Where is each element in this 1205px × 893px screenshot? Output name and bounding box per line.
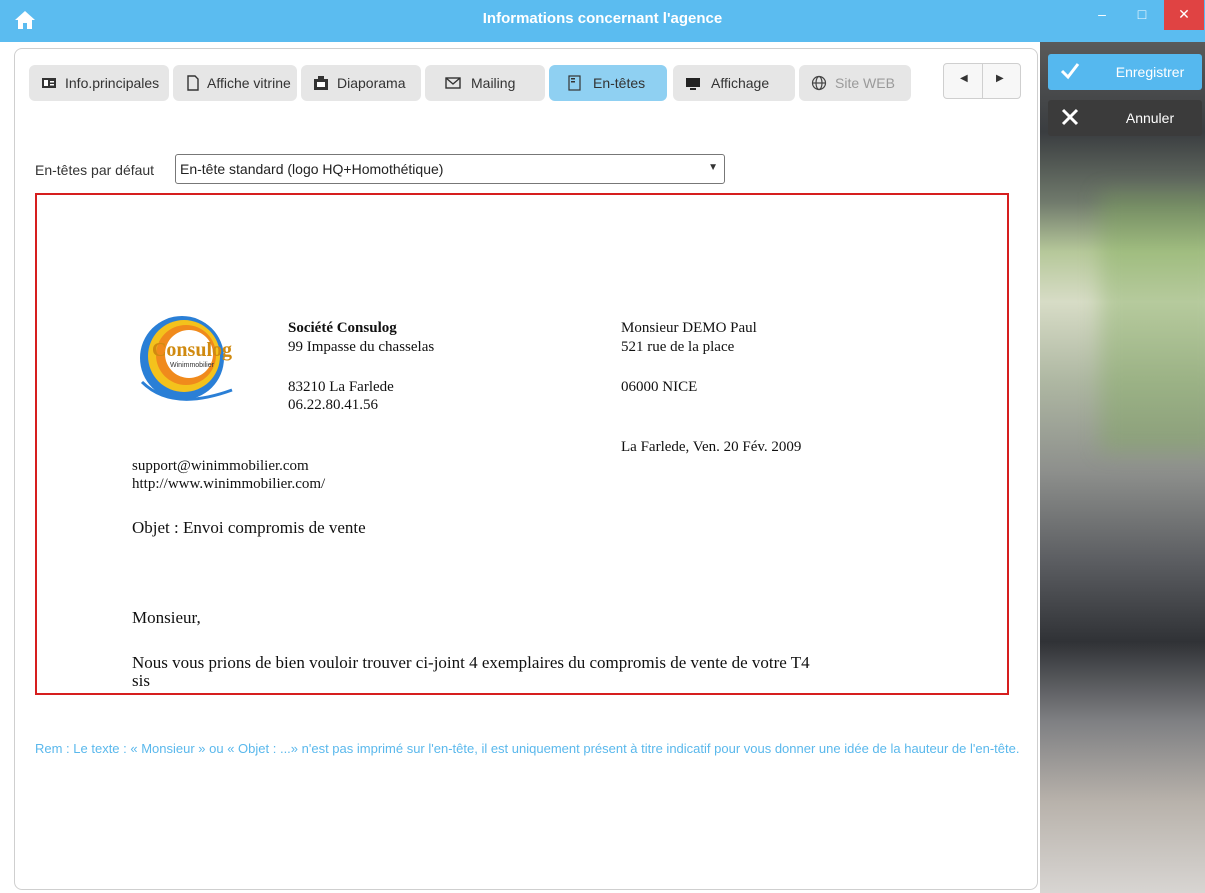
divider — [982, 64, 983, 98]
minimize-button[interactable]: – — [1084, 0, 1120, 30]
scroll-right-icon[interactable]: ▶ — [996, 73, 1004, 84]
letter-salutation: Monsieur, — [132, 608, 201, 627]
scroll-left-icon[interactable]: ◀ — [960, 73, 968, 84]
save-label: Enregistrer — [1115, 64, 1185, 80]
tab-en-tetes[interactable]: En-têtes — [549, 65, 667, 101]
recipient-street: 521 rue de la place — [621, 339, 735, 355]
company-street: 99 Impasse du chasselas — [288, 339, 435, 355]
tab-affiche-vitrine[interactable]: Affiche vitrine — [173, 65, 297, 101]
projector-icon — [314, 76, 328, 90]
header-preview: Consulog Winimmobilier Société Consulog … — [35, 193, 1009, 695]
header-note: Rem : Le texte : « Monsieur » ou « Objet… — [35, 741, 1020, 756]
tab-label: En-têtes — [593, 75, 646, 91]
select-value: En-tête standard (logo HQ+Homothétique) — [180, 161, 444, 177]
recipient-city: 06000 NICE — [621, 379, 698, 395]
tab-scroll-arrows: ◀ ▶ — [943, 63, 1021, 99]
tab-label: Info.principales — [65, 75, 160, 91]
save-button[interactable]: Enregistrer — [1048, 54, 1202, 90]
id-card-icon — [42, 78, 56, 88]
svg-text:Winimmobilier: Winimmobilier — [170, 362, 215, 369]
tab-label: Affichage — [711, 75, 770, 91]
default-headers-label: En-têtes par défaut — [35, 162, 155, 178]
company-website: http://www.winimmobilier.com/ — [132, 476, 326, 492]
chevron-down-icon: ▼ — [708, 162, 718, 173]
maximize-button[interactable]: □ — [1124, 0, 1160, 30]
svg-text:Consulog: Consulog — [152, 339, 232, 361]
window-title: Informations concernant l'agence — [482, 10, 723, 27]
default-headers-select[interactable]: En-tête standard (logo HQ+Homothétique) … — [175, 154, 725, 184]
cancel-button[interactable]: Annuler — [1048, 100, 1202, 136]
header-doc-icon — [568, 75, 581, 91]
consulog-logo: Consulog Winimmobilier — [140, 316, 233, 401]
tab-label: Mailing — [471, 75, 516, 91]
company-email: support@winimmobilier.com — [132, 458, 309, 474]
checkmark-icon — [1060, 63, 1080, 80]
tab-mailing[interactable]: Mailing — [425, 65, 545, 101]
close-icon — [1061, 108, 1079, 126]
company-city: 83210 La Farlede — [288, 379, 394, 395]
cancel-label: Annuler — [1125, 110, 1175, 126]
background-image — [1040, 42, 1205, 893]
place-date: La Farlede, Ven. 20 Fév. 2009 — [621, 439, 802, 455]
tab-diaporama[interactable]: Diaporama — [301, 65, 421, 101]
company-name: Société Consulog — [288, 320, 397, 336]
recipient-name: Monsieur DEMO Paul — [621, 320, 757, 336]
globe-icon — [811, 75, 827, 91]
document-icon — [187, 75, 199, 91]
main-panel: Info.principales Affiche vitrine Diapora… — [14, 48, 1038, 890]
tab-label: Site WEB — [835, 75, 895, 91]
close-button[interactable]: ✕ — [1164, 0, 1204, 30]
company-phone: 06.22.80.41.56 — [288, 397, 378, 413]
tab-label: Diaporama — [337, 75, 406, 91]
envelope-icon — [445, 77, 461, 89]
monitor-icon — [686, 78, 700, 90]
tab-label: Affiche vitrine — [207, 75, 291, 91]
letter-body-line1: Nous vous prions de bien vouloir trouver… — [132, 653, 810, 672]
letter-subject: Objet : Envoi compromis de vente — [132, 518, 366, 537]
tab-info-principales[interactable]: Info.principales — [29, 65, 169, 101]
tab-affichage[interactable]: Affichage — [673, 65, 795, 101]
title-bar: Informations concernant l'agence – □ ✕ — [0, 0, 1205, 42]
letter-body-line2: sis — [132, 671, 150, 690]
tab-site-web[interactable]: Site WEB — [799, 65, 911, 101]
